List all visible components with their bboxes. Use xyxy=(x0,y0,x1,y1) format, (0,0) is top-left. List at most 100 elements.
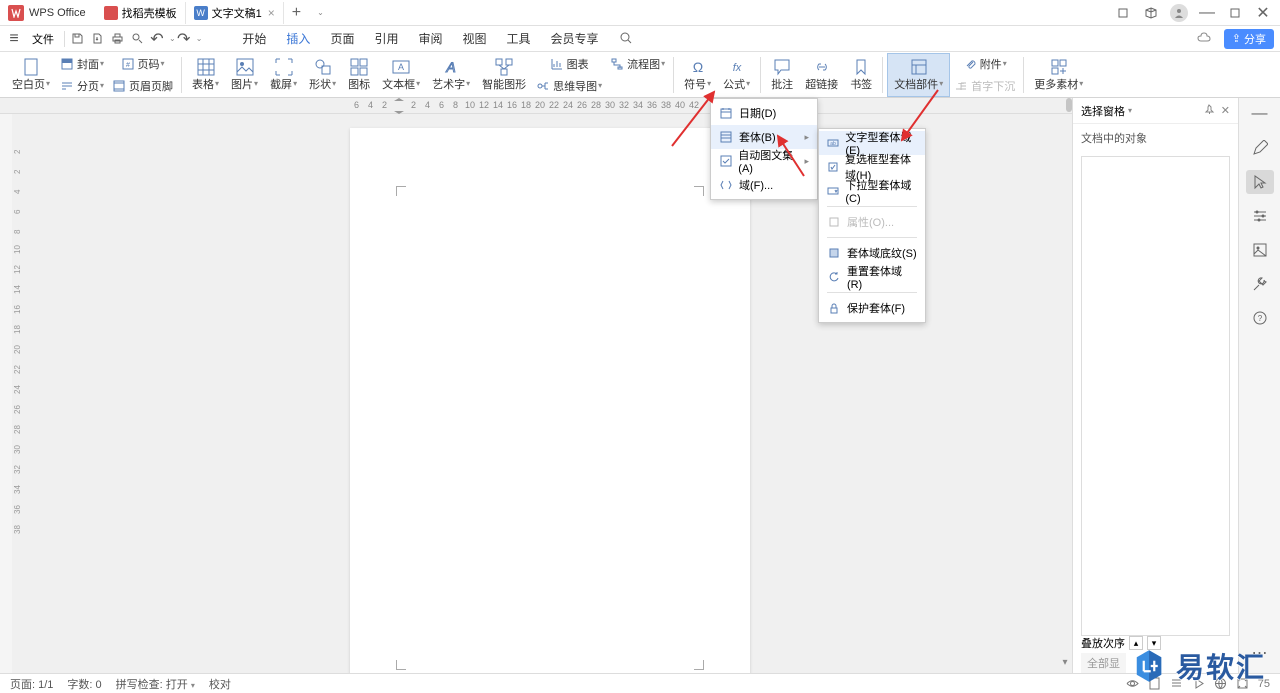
symbol-button[interactable]: Ω符号▾ xyxy=(678,53,717,97)
menu-item-shading[interactable]: 套体域底纹(S) xyxy=(819,241,925,265)
section-button[interactable]: 分页▾ xyxy=(56,76,108,96)
menu-page[interactable]: 页面 xyxy=(320,26,364,51)
share-button[interactable]: ⇪分享 xyxy=(1224,29,1274,49)
maximize-icon[interactable] xyxy=(1226,4,1244,22)
bookmark-button[interactable]: 书签 xyxy=(844,53,878,97)
save-icon[interactable] xyxy=(69,31,85,47)
blank-page-button[interactable]: 空白页▾ xyxy=(6,53,56,97)
collapse-icon[interactable]: — xyxy=(1246,102,1274,126)
picture-button[interactable]: 图片▾ xyxy=(225,53,264,97)
export-icon[interactable] xyxy=(89,31,105,47)
menu-item-date[interactable]: 日期(D) xyxy=(711,101,817,125)
icon-button[interactable]: 图标 xyxy=(342,53,376,97)
wrench-icon[interactable] xyxy=(1246,272,1274,296)
move-up-button[interactable]: ▴ xyxy=(1129,636,1143,650)
add-tab-button[interactable]: + xyxy=(284,4,309,22)
help-icon[interactable]: ? xyxy=(1246,306,1274,330)
form-icon xyxy=(719,130,733,144)
separator xyxy=(827,237,917,238)
menu-view[interactable]: 视图 xyxy=(452,26,496,51)
close-tab-icon[interactable]: × xyxy=(268,6,275,20)
tab-templates[interactable]: 找稻壳模板 xyxy=(96,2,186,24)
cover-button[interactable]: 封面▾ xyxy=(56,54,108,74)
menu-item-field[interactable]: 域(F)... xyxy=(711,173,817,197)
table-button[interactable]: 表格▾ xyxy=(186,53,225,97)
menu-member[interactable]: 会员专享 xyxy=(541,26,609,51)
bookmark-icon xyxy=(852,58,870,76)
shape-button[interactable]: 形状▾ xyxy=(303,53,342,97)
web-icon[interactable] xyxy=(1214,677,1228,691)
menu-item-form[interactable]: 套体(B)▸ xyxy=(711,125,817,149)
image-tool-icon[interactable] xyxy=(1246,238,1274,262)
pencil-icon[interactable] xyxy=(1246,136,1274,160)
menu-item-reset[interactable]: 重置套体域(R) xyxy=(819,265,925,289)
preview-icon[interactable] xyxy=(129,31,145,47)
redo-dropdown[interactable]: ⌄ xyxy=(196,34,203,43)
separator xyxy=(181,57,182,93)
show-all-button[interactable]: 全部显 xyxy=(1081,653,1126,673)
menu-item-dropdown-form[interactable]: 下拉型套体域(C) xyxy=(819,179,925,203)
label: 首字下沉 xyxy=(971,78,1015,94)
print-icon[interactable] xyxy=(109,31,125,47)
undo-dropdown[interactable]: ⌄ xyxy=(169,34,176,43)
minimize-icon[interactable]: — xyxy=(1198,4,1216,22)
window-restore-icon[interactable] xyxy=(1114,4,1132,22)
spellcheck-status[interactable]: 拼写检查: 打开 ▾ xyxy=(116,676,195,692)
move-down-button[interactable]: ▾ xyxy=(1147,636,1161,650)
redo-icon[interactable]: ↷ xyxy=(176,31,192,47)
menu-start[interactable]: 开始 xyxy=(232,26,276,51)
word-count[interactable]: 字数: 0 xyxy=(67,676,101,692)
margin-corner xyxy=(694,186,704,196)
hyperlink-button[interactable]: 超链接 xyxy=(799,53,844,97)
wordart-button[interactable]: A艺术字▾ xyxy=(426,53,476,97)
tab-menu-dropdown[interactable]: ⌄ xyxy=(309,8,332,17)
mindmap-button[interactable]: 思维导图▾ xyxy=(532,76,606,96)
settings-slider-icon[interactable] xyxy=(1246,204,1274,228)
page-info[interactable]: 页面: 1/1 xyxy=(10,676,53,692)
equation-button[interactable]: fx公式▾ xyxy=(717,53,756,97)
view-page-icon[interactable] xyxy=(1148,677,1162,691)
proof-status[interactable]: 校对 xyxy=(209,676,231,692)
close-window-icon[interactable]: ✕ xyxy=(1254,4,1272,22)
fit-icon[interactable] xyxy=(1236,677,1250,691)
textbox-button[interactable]: A文本框▾ xyxy=(376,53,426,97)
chevron-down-icon[interactable]: ▾ xyxy=(1128,106,1132,115)
more-dots-icon[interactable]: ⋯ xyxy=(1246,641,1274,665)
undo-icon[interactable]: ↶ xyxy=(149,31,165,47)
menu-reference[interactable]: 引用 xyxy=(364,26,408,51)
menu-item-protect[interactable]: 保护套体(F) xyxy=(819,296,925,320)
attachment-button[interactable]: 附件▾ xyxy=(950,54,1019,74)
eye-icon[interactable] xyxy=(1126,677,1140,691)
scroll-down-icon[interactable]: ▾ xyxy=(1058,655,1072,669)
cube-icon[interactable] xyxy=(1142,4,1160,22)
comment-button[interactable]: 批注 xyxy=(765,53,799,97)
more-material-button[interactable]: 更多素材▾ xyxy=(1028,53,1089,97)
doc-icon: W xyxy=(194,6,208,20)
smartart-button[interactable]: 智能图形 xyxy=(476,53,532,97)
screenshot-button[interactable]: 截屏▾ xyxy=(264,53,303,97)
close-pane-icon[interactable]: ✕ xyxy=(1221,104,1230,118)
chart-button[interactable]: 图表 xyxy=(532,54,606,74)
pin-icon[interactable] xyxy=(1204,104,1215,118)
search-icon[interactable] xyxy=(619,31,635,47)
tab-document[interactable]: W 文字文稿1 × xyxy=(186,2,284,24)
document-page[interactable] xyxy=(350,128,750,673)
avatar-icon[interactable] xyxy=(1170,4,1188,22)
zoom-value[interactable]: 75 xyxy=(1258,678,1270,690)
selection-pane: 选择窗格 ▾ ✕ 文档中的对象 叠放次序 ▴ ▾ 全部显 xyxy=(1072,98,1238,673)
selection-arrow-icon[interactable] xyxy=(1246,170,1274,194)
quickparts-button[interactable]: 文档部件▾ xyxy=(887,53,950,97)
menu-tools[interactable]: 工具 xyxy=(497,26,541,51)
hamburger-icon[interactable]: ≡ xyxy=(6,31,22,47)
menu-review[interactable]: 审阅 xyxy=(408,26,452,51)
menu-insert[interactable]: 插入 xyxy=(276,26,320,51)
view-outline-icon[interactable] xyxy=(1170,677,1184,691)
menu-item-autotext[interactable]: 自动图文集(A)▸ xyxy=(711,149,817,173)
cloud-icon[interactable] xyxy=(1196,31,1212,47)
play-icon[interactable] xyxy=(1192,677,1206,691)
headerfooter-button[interactable]: 页眉页脚 xyxy=(108,76,177,96)
menu-item-checkbox-form[interactable]: 复选框型套体域(H) xyxy=(819,155,925,179)
pagenum-button[interactable]: #页码▾ xyxy=(108,54,177,74)
flowchart-button[interactable]: 流程图▾ xyxy=(606,54,669,74)
file-menu[interactable]: 文件 xyxy=(26,27,60,51)
